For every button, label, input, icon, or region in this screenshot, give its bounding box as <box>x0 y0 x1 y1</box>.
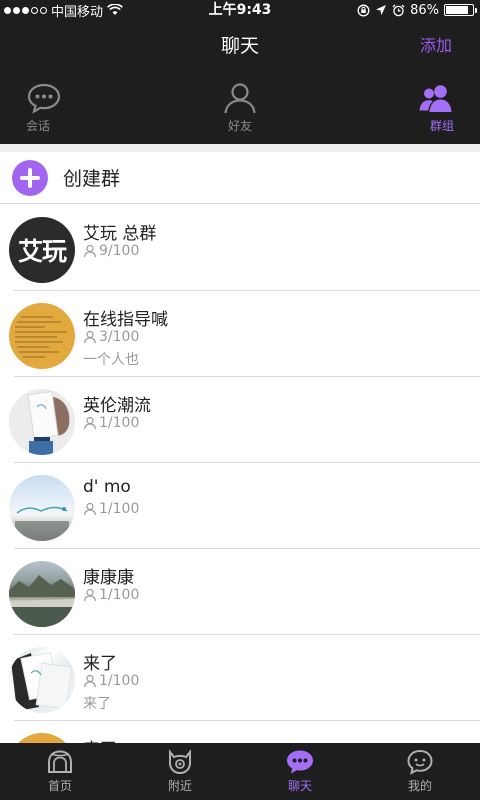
member-icon <box>83 588 97 602</box>
section-separator <box>0 144 480 152</box>
tab-label: 会话 <box>26 119 51 133</box>
group-avatar <box>9 561 75 627</box>
group-list[interactable]: 艾玩 艾玩 总群 9/100 在线指导喊 3/100 一个人也 英伦潮流 1/1… <box>0 205 480 743</box>
member-count-value: 1/100 <box>99 501 140 517</box>
tab-label: 我的 <box>407 779 432 793</box>
group-avatar <box>9 303 75 369</box>
nearby-icon <box>169 749 191 775</box>
add-button[interactable]: 添加 <box>420 20 452 72</box>
group-name: 艾玩 总群 <box>83 224 157 244</box>
segment-tabs: 会话 好友 群组 <box>0 72 480 144</box>
battery-icon <box>444 4 477 16</box>
group-avatar <box>9 389 75 455</box>
member-count-value: 1/100 <box>99 415 140 431</box>
profile-icon <box>407 749 433 775</box>
member-icon <box>83 502 97 516</box>
status-bar: 中国移动 上午9:43 86% <box>0 0 480 20</box>
status-right: 86% <box>357 0 477 20</box>
tab-home[interactable]: 首页 <box>0 743 120 800</box>
group-row[interactable]: 来了 1/100 来了 <box>0 635 480 721</box>
beach-image <box>15 506 69 541</box>
navigation-bar: 聊天 添加 <box>0 20 480 72</box>
tab-nearby[interactable]: 附近 <box>120 743 240 800</box>
person-icon <box>224 83 256 114</box>
bottom-tab-bar: 首页 附近 聊天 我的 <box>0 743 480 800</box>
member-count-value: 3/100 <box>99 329 140 345</box>
battery-level <box>446 6 469 14</box>
group-avatar <box>9 733 75 743</box>
tab-label: 聊天 <box>287 779 312 793</box>
create-group-button[interactable]: 创建群 <box>0 152 480 204</box>
group-row[interactable]: 英伦潮流 1/100 <box>0 377 480 463</box>
group-row[interactable]: d' mo 1/100 <box>0 463 480 549</box>
member-count: 1/100 <box>83 501 139 517</box>
note-image <box>15 316 67 358</box>
cards-image <box>11 651 73 711</box>
member-count: 1/100 <box>83 587 139 603</box>
plus-circle-icon <box>12 159 48 196</box>
member-count-value: 9/100 <box>99 243 140 259</box>
group-name: 来了 <box>83 654 117 674</box>
location-arrow-icon <box>376 5 387 15</box>
tab-conversations[interactable]: 会话 <box>0 72 169 144</box>
last-message: 一个人也 <box>83 352 139 368</box>
group-name: 在线指导喊 <box>83 310 168 330</box>
member-count: 9/100 <box>83 243 139 259</box>
tab-label: 好友 <box>228 119 253 133</box>
tab-label: 附近 <box>167 779 192 793</box>
member-icon <box>83 416 97 430</box>
tab-profile[interactable]: 我的 <box>360 743 480 800</box>
member-icon <box>83 244 97 258</box>
group-name: d' mo <box>83 477 131 497</box>
group-name: 英伦潮流 <box>83 396 151 416</box>
member-icon <box>83 330 97 344</box>
member-icon <box>83 674 97 688</box>
member-count: 3/100 <box>83 329 139 345</box>
group-row[interactable]: 康康康 1/100 <box>0 549 480 635</box>
group-avatar <box>9 475 75 541</box>
battery-percent: 86% <box>410 2 439 18</box>
page-title: 聊天 <box>220 35 259 57</box>
group-name: 康康康 <box>83 568 134 588</box>
group-row[interactable]: 在线指导喊 3/100 一个人也 <box>0 291 480 377</box>
tab-groups[interactable]: 群组 <box>311 72 480 144</box>
home-icon <box>48 750 72 773</box>
tab-label: 群组 <box>430 119 455 133</box>
landscape-image <box>9 575 75 627</box>
member-count-value: 1/100 <box>99 673 140 689</box>
last-message: 来了 <box>83 696 111 712</box>
group-row[interactable]: 艾玩 艾玩 总群 9/100 <box>0 205 480 291</box>
group-icon <box>419 85 452 112</box>
group-avatar: 艾玩 <box>9 217 75 283</box>
member-count-value: 1/100 <box>99 587 140 603</box>
member-count: 1/100 <box>83 415 139 431</box>
tab-label: 首页 <box>47 779 72 793</box>
chat-icon <box>287 750 313 774</box>
tab-chat[interactable]: 聊天 <box>240 743 360 800</box>
group-name: 来了 <box>83 735 117 743</box>
group-row[interactable]: 来了 <box>0 721 480 743</box>
group-avatar <box>9 647 75 713</box>
member-count: 1/100 <box>83 673 139 689</box>
create-group-label: 创建群 <box>63 168 121 190</box>
chat-bubble-icon <box>27 83 61 114</box>
alarm-icon <box>392 4 405 16</box>
card-image <box>9 389 75 455</box>
tab-friends[interactable]: 好友 <box>169 72 312 144</box>
rotation-lock-icon <box>357 4 370 16</box>
